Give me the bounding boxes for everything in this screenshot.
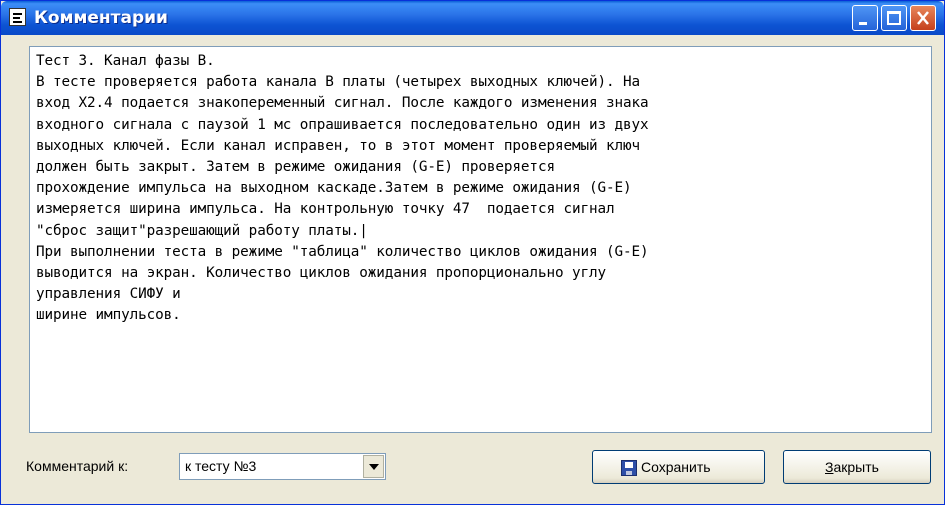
- title-bar[interactable]: Комментарии: [1, 1, 944, 35]
- dropdown-button[interactable]: [363, 455, 384, 478]
- comment-line: ширине импульсов.: [36, 307, 181, 324]
- comment-line: В тесте проверяется работа канала В плат…: [36, 74, 641, 91]
- comment-line: входного сигнала с паузой 1 мс опрашивае…: [36, 116, 649, 133]
- comment-target-label: Комментарий к:: [26, 458, 129, 474]
- comment-line: выходных ключей. Если канал исправен, то…: [36, 137, 641, 154]
- save-button-label: Сохранить: [641, 459, 711, 475]
- maximize-button[interactable]: [881, 5, 907, 31]
- close-button[interactable]: Закрыть: [783, 450, 931, 484]
- chevron-down-icon: [369, 464, 379, 470]
- comment-line: вход Х2.4 подается знакопеременный сигна…: [36, 95, 649, 112]
- comment-target-value: к тесту №3: [185, 458, 257, 474]
- comment-line: выводится на экран. Количество циклов ож…: [36, 265, 606, 282]
- comment-textarea[interactable]: Тест 3. Канал фазы В. В тесте проверяетс…: [29, 46, 932, 433]
- minimize-icon: [859, 22, 867, 25]
- comment-line: должен быть закрыт. Затем в режиме ожида…: [36, 159, 555, 176]
- notepad-icon: [9, 8, 26, 26]
- comment-line: измеряется ширина импульса. На контрольн…: [36, 201, 615, 218]
- comment-line: При выполнении теста в режиме "таблица" …: [36, 243, 649, 260]
- comment-line: управления СИФУ и: [36, 286, 181, 303]
- close-window-button[interactable]: [910, 5, 936, 31]
- maximize-icon: [887, 11, 901, 25]
- minimize-button[interactable]: [852, 5, 878, 31]
- comment-line: Тест 3. Канал фазы В.: [36, 53, 215, 69]
- comment-line: прохождение импульса на выходном каскаде…: [36, 180, 632, 197]
- window-title: Комментарии: [34, 8, 168, 28]
- comments-window: Комментарии Тест 3. Канал фазы В. В тест…: [0, 0, 945, 505]
- comment-line: "сброс защит"разрешающий работу платы.|: [36, 222, 368, 239]
- floppy-disk-icon: [621, 460, 637, 476]
- save-button[interactable]: Сохранить: [592, 450, 765, 484]
- close-icon: [917, 11, 929, 25]
- close-button-label: Закрыть: [825, 459, 879, 475]
- comment-target-select[interactable]: к тесту №3: [179, 453, 386, 480]
